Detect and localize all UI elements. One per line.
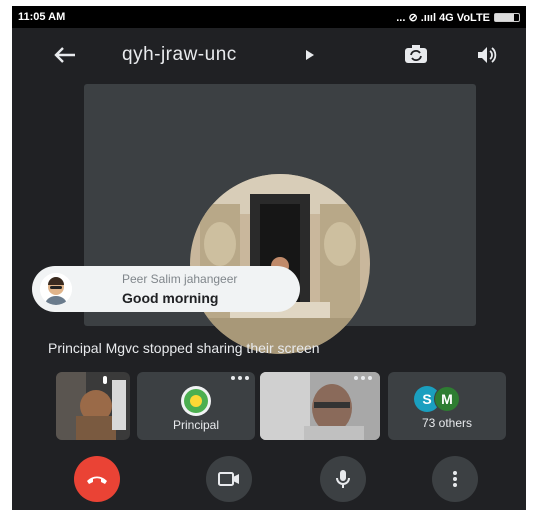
- self-video-tile[interactable]: [56, 372, 130, 440]
- switch-camera-button[interactable]: [398, 38, 434, 72]
- participant-video-tile[interactable]: [260, 372, 380, 440]
- top-bar: qyh-jraw-unc: [12, 28, 526, 80]
- chat-sender-name: Peer Salim jahangeer: [122, 272, 238, 286]
- more-options-icon[interactable]: [354, 376, 372, 380]
- screen-share-status: Principal Mgvc stopped sharing their scr…: [48, 340, 320, 356]
- speaker-button[interactable]: [470, 38, 506, 72]
- arrow-left-icon: [54, 47, 75, 63]
- status-time: 11:05 AM: [18, 11, 66, 23]
- presenter-photo: [190, 174, 370, 354]
- microphone-icon: [336, 470, 350, 488]
- video-toggle-button[interactable]: [206, 456, 252, 502]
- meeting-code[interactable]: qyh-jraw-unc: [122, 44, 237, 66]
- hangup-button[interactable]: [74, 456, 120, 502]
- call-controls: [12, 450, 526, 506]
- more-options-button[interactable]: [432, 456, 478, 502]
- back-button[interactable]: [48, 40, 82, 70]
- mic-indicator-icon: [103, 376, 107, 384]
- expand-details-icon[interactable]: [304, 48, 316, 62]
- meet-screen: 11:05 AM ... ⊘ .ıııl 4G VoLTE qyh-jraw-u…: [12, 6, 526, 510]
- participant-name-principal: Principal: [172, 418, 220, 432]
- presenter-avatar: [190, 174, 370, 354]
- more-vertical-icon: [453, 471, 457, 487]
- video-camera-icon: [218, 472, 239, 486]
- others-avatar-m: M: [434, 386, 460, 412]
- mic-toggle-button[interactable]: [320, 456, 366, 502]
- principal-avatar: [181, 386, 211, 416]
- participant-tile-principal[interactable]: Principal: [137, 372, 255, 440]
- phone-hangup-icon: [87, 476, 107, 484]
- others-tile[interactable]: S M 73 others: [388, 372, 506, 440]
- chat-message-toast[interactable]: Peer Salim jahangeer Good morning: [32, 266, 300, 312]
- battery-icon: [494, 13, 520, 22]
- others-count-label: 73 others: [421, 416, 473, 430]
- chat-message-text: Good morning: [122, 290, 219, 306]
- status-bar: 11:05 AM ... ⊘ .ıııl 4G VoLTE: [12, 6, 526, 28]
- switch-camera-icon: [405, 45, 427, 63]
- sender-avatar: [40, 273, 72, 305]
- more-options-icon[interactable]: [231, 376, 249, 380]
- network-status: ... ⊘ .ıııl 4G VoLTE: [396, 12, 490, 24]
- speaker-icon: [478, 47, 497, 63]
- participant-video: [260, 372, 380, 440]
- self-video: [56, 372, 130, 440]
